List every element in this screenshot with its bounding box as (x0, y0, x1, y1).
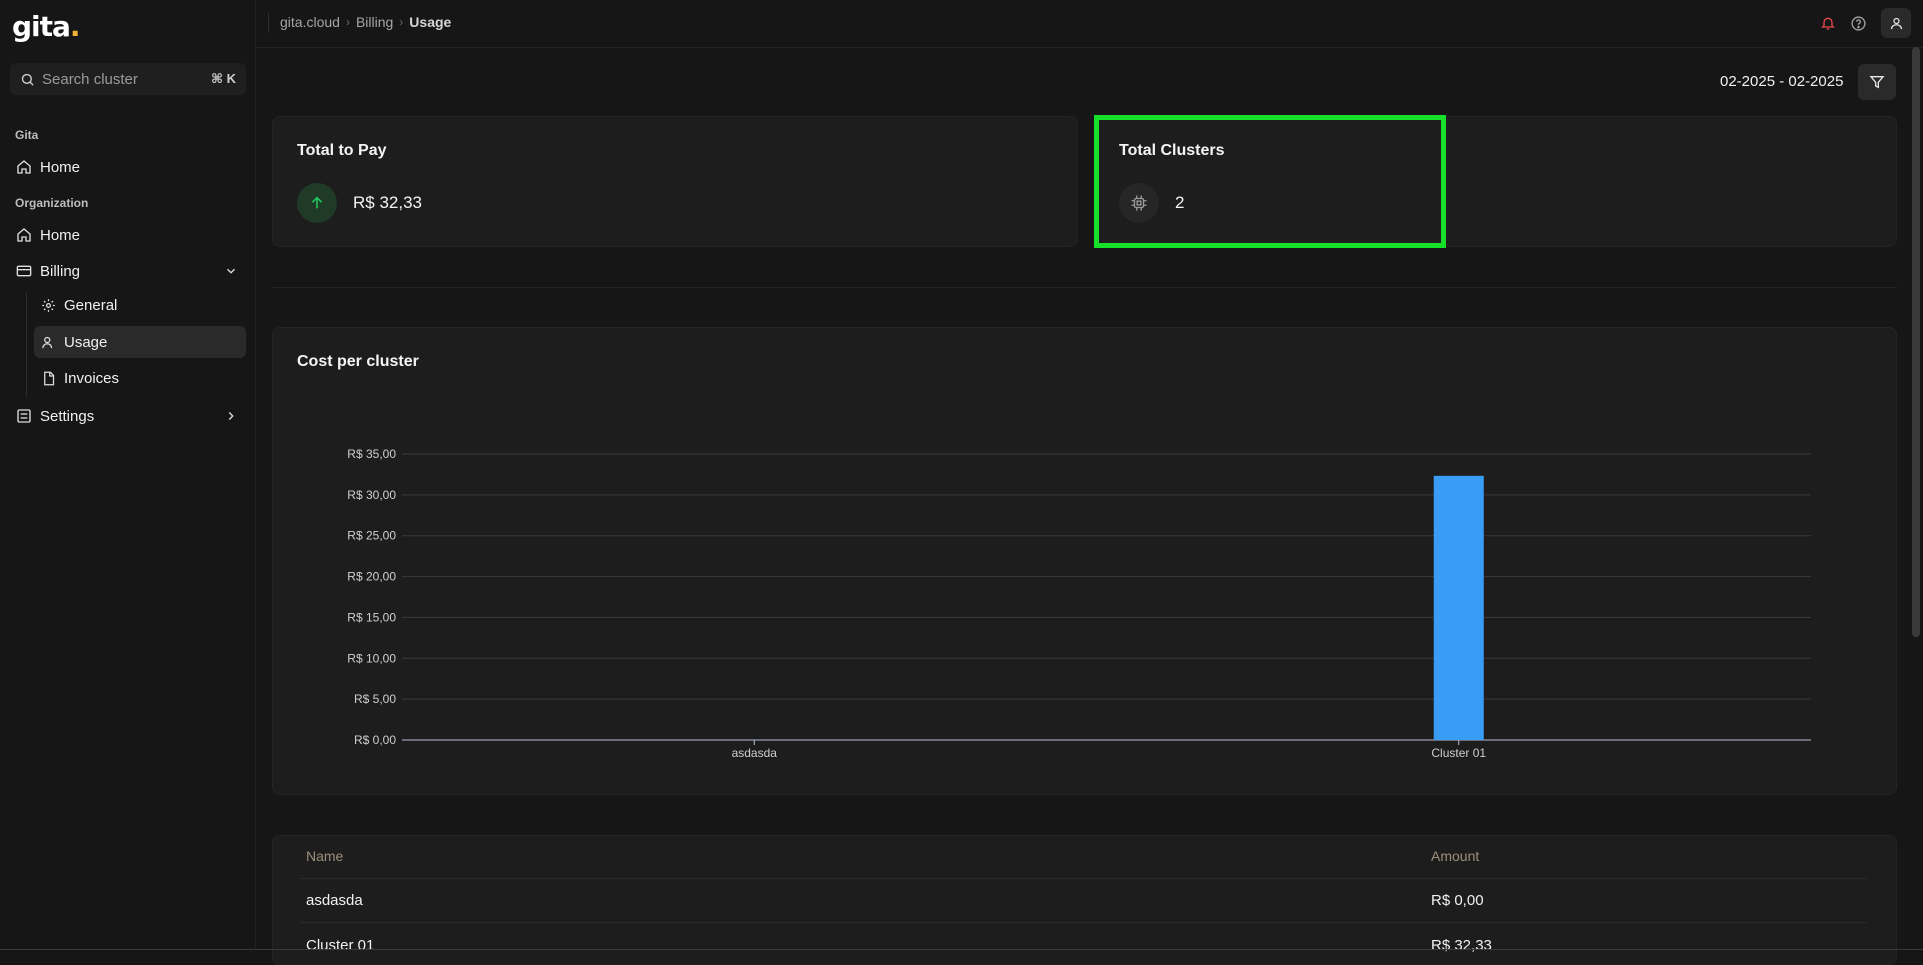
search-shortcut: ⌘ K (210, 71, 236, 86)
divider (272, 287, 1897, 288)
chip-icon (1119, 183, 1159, 223)
card-title: Total Clusters (1119, 142, 1225, 159)
x-tick-label: Cluster 01 (1431, 746, 1486, 760)
total-clusters-card: Total Clusters 2 (1094, 116, 1897, 247)
date-range-label: 02-2025 - 02-2025 (1720, 73, 1844, 90)
sidebar-item-settings[interactable]: Settings (12, 400, 246, 432)
column-header-name: Name (306, 848, 344, 864)
row-amount: R$ 0,00 (1431, 892, 1484, 909)
sidebar-item-label: Settings (40, 407, 95, 425)
row-name: asdasda (306, 892, 363, 909)
search-placeholder: Search cluster (42, 70, 138, 88)
y-tick-label: R$ 5,00 (354, 692, 396, 706)
breadcrumb-billing[interactable]: Billing (356, 14, 393, 30)
row-separator (300, 922, 1867, 923)
bar (1433, 475, 1484, 740)
chevron-down-icon (227, 268, 235, 274)
user-icon (42, 336, 53, 348)
home-icon (17, 160, 31, 174)
cost-table (272, 835, 1897, 965)
breadcrumb-separator-icon: › (399, 15, 404, 29)
filter-button[interactable] (1858, 64, 1896, 100)
sidebar-item-label: Home (40, 158, 81, 176)
settings-sliders-icon (17, 409, 31, 423)
user-menu-button[interactable] (1881, 8, 1911, 38)
row-separator (300, 878, 1867, 879)
scrollbar[interactable] (1912, 47, 1920, 637)
sidebar-item-label: General (64, 296, 118, 314)
gita-logo[interactable]: gita. (12, 10, 81, 43)
section-label-organization: Organization (15, 196, 89, 210)
sidebar-item-usage[interactable]: Usage (34, 326, 246, 358)
search-icon (21, 73, 34, 86)
y-tick-label: R$ 0,00 (354, 733, 396, 747)
search-input[interactable]: Search cluster ⌘ K (10, 63, 246, 95)
total-to-pay-value: R$ 32,33 (353, 193, 422, 212)
sidebar-item-label: Billing (40, 262, 81, 280)
row-name: Cluster 01 (306, 937, 375, 954)
x-tick-label: asdasda (732, 746, 778, 760)
submenu-guide-line (26, 292, 27, 397)
sidebar-item-home-gita[interactable]: Home (12, 151, 246, 183)
user-icon (1890, 17, 1902, 29)
breadcrumb-separator-icon: › (345, 15, 350, 29)
topbar: gita.cloud › Billing › Usage (256, 0, 1923, 48)
home-icon (17, 228, 31, 242)
filter-icon (1869, 76, 1885, 89)
sidebar-item-label: Usage (64, 333, 108, 351)
credit-card-icon (16, 265, 32, 277)
cost-per-cluster-card: Cost per cluster R$ 0,00 R$ 5,00 R$ 10,00 R… (272, 327, 1897, 795)
sidebar-item-invoices[interactable]: Invoices (34, 362, 246, 394)
sidebar-item-home-organization[interactable]: Home (12, 219, 246, 251)
arrow-up-icon (297, 183, 337, 223)
chevron-right-icon (228, 412, 234, 420)
breadcrumb-current: Usage (409, 14, 452, 30)
total-clusters-value: 2 (1175, 193, 1185, 212)
y-tick-label: R$ 10,00 (347, 651, 396, 665)
y-tick-label: R$ 15,00 (347, 610, 396, 624)
total-to-pay-card: Total to Pay R$ 32,33 (272, 116, 1078, 247)
y-tick-label: R$ 30,00 (347, 488, 396, 502)
y-tick-label: R$ 35,00 (347, 447, 396, 461)
topbar-actions (1820, 8, 1911, 38)
column-header-amount: Amount (1431, 848, 1480, 864)
row-amount: R$ 32,33 (1431, 937, 1492, 954)
y-tick-label: R$ 20,00 (347, 570, 396, 584)
card-title: Total to Pay (297, 142, 387, 159)
bell-icon[interactable] (1820, 15, 1836, 31)
sidebar-item-billing[interactable]: Billing (12, 255, 246, 287)
topbar-divider (268, 13, 269, 33)
breadcrumb: gita.cloud › Billing › Usage (280, 14, 451, 30)
sidebar: gita. Search cluster ⌘ K Gita Home Organ… (0, 0, 256, 950)
sidebar-item-label: Home (40, 226, 81, 244)
cost-per-cluster-chart: R$ 0,00 R$ 5,00 R$ 10,00 R$ 15,00 R$ 20,00 R$… (347, 447, 1811, 760)
sidebar-item-general[interactable]: General (34, 289, 246, 321)
y-tick-label: R$ 25,00 (347, 529, 396, 543)
gear-icon (42, 298, 55, 312)
file-icon (44, 371, 55, 385)
section-label-gita: Gita (15, 128, 39, 142)
sidebar-item-label: Invoices (64, 369, 120, 387)
help-icon[interactable] (1850, 15, 1867, 32)
breadcrumb-root[interactable]: gita.cloud (280, 14, 340, 30)
